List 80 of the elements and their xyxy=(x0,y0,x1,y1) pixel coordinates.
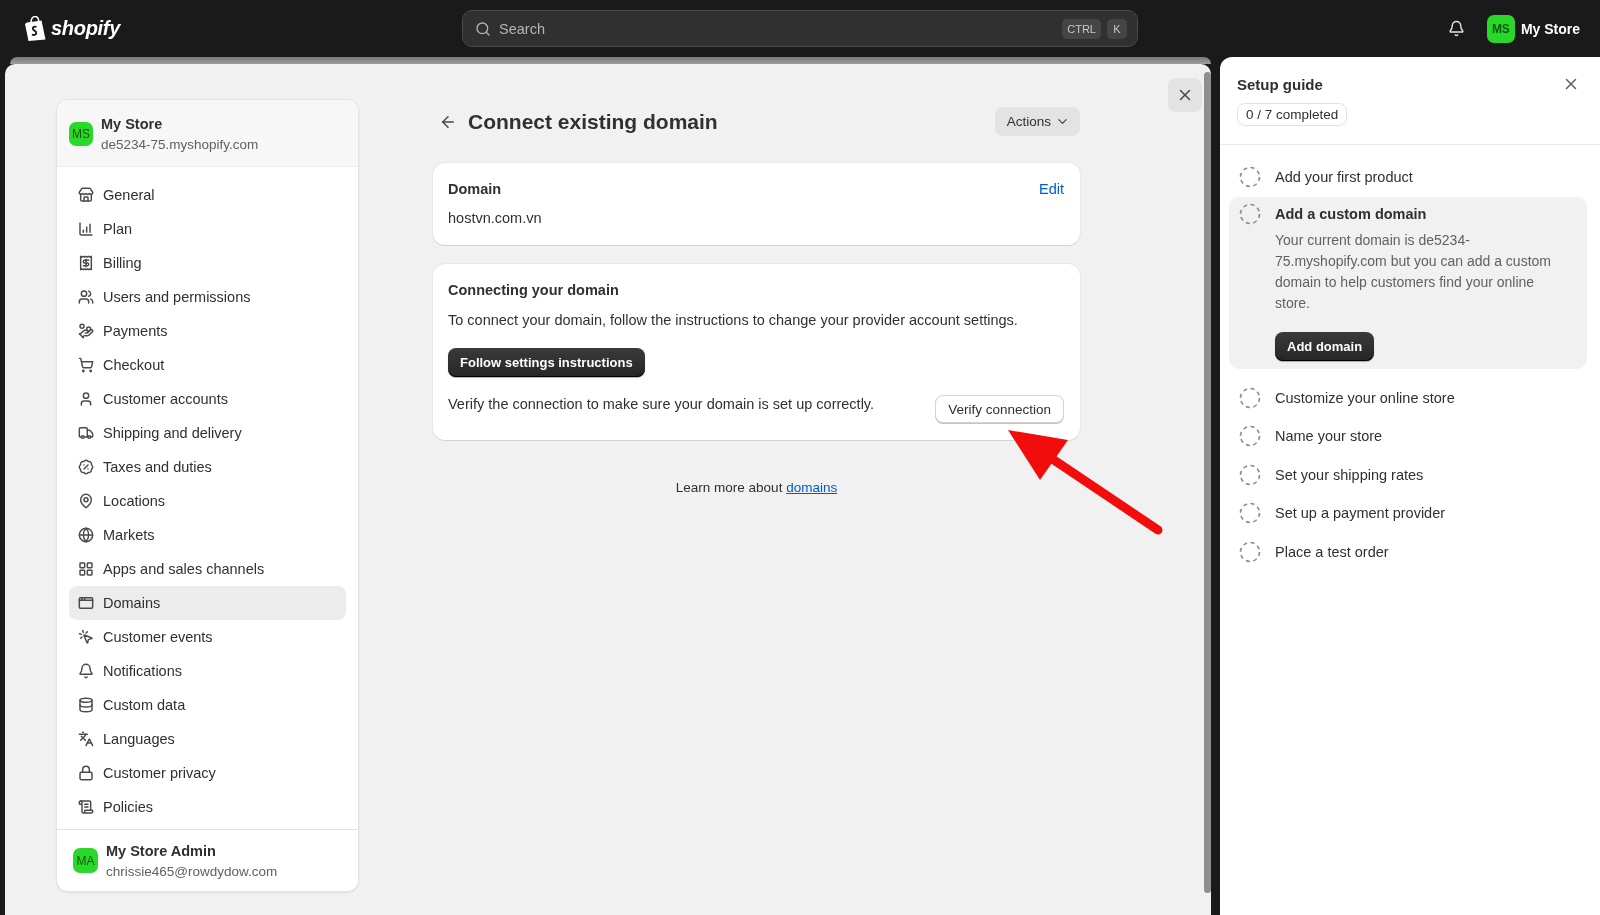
browser-window-icon xyxy=(78,595,94,611)
bar-chart-icon xyxy=(78,221,94,237)
setup-task[interactable]: Name your store xyxy=(1229,417,1587,456)
store-avatar: MS xyxy=(1486,14,1515,43)
nav-item[interactable]: General xyxy=(69,178,346,212)
shortcut-key: K xyxy=(1107,18,1127,39)
store-name: My Store xyxy=(101,115,164,133)
domain-value: hostvn.com.vn xyxy=(448,209,543,228)
database-icon xyxy=(78,697,94,713)
percent-badge-icon xyxy=(78,459,94,475)
setup-task[interactable]: Set your shipping rates xyxy=(1229,455,1587,494)
user-name: My Store Admin xyxy=(106,841,217,860)
setup-task[interactable]: Add your first product xyxy=(1229,158,1587,197)
learn-more-text: Learn more about domains xyxy=(674,479,839,497)
notifications-button[interactable] xyxy=(1447,20,1465,37)
nav-item[interactable]: Customer privacy xyxy=(69,756,346,790)
nav-item[interactable]: Customer events xyxy=(69,620,346,654)
setup-task[interactable]: Customize your online store xyxy=(1229,378,1587,417)
cursor-click-icon xyxy=(78,629,94,645)
nav-item[interactable]: Plan xyxy=(69,212,346,246)
search-field[interactable]: Search CTRL K xyxy=(462,10,1138,47)
nav-item[interactable]: Users and permissions xyxy=(69,280,346,314)
receipt-icon xyxy=(78,255,94,271)
nav-item[interactable]: Taxes and duties xyxy=(69,450,346,484)
globe-icon xyxy=(78,527,94,543)
nav-item[interactable]: Custom data xyxy=(69,688,346,722)
edit-link[interactable]: Edit xyxy=(1039,181,1064,197)
nav-item[interactable]: Checkout xyxy=(69,348,346,382)
panel-title: Setup guide xyxy=(1237,75,1323,93)
scrollbar[interactable] xyxy=(1204,72,1211,893)
user-email: chrissie465@rowdydow.com xyxy=(106,862,278,880)
nav-item[interactable]: Domains xyxy=(69,586,346,620)
hand-coins-icon xyxy=(78,323,94,339)
verify-description: Verify the connection to make sure your domain is set up correctly. xyxy=(448,395,875,414)
map-pin-icon xyxy=(78,493,94,509)
account-button[interactable]: MS My Store xyxy=(1486,14,1580,43)
logo-wordmark[interactable]: shopify xyxy=(51,17,120,40)
shortcut-key: CTRL xyxy=(1062,18,1101,39)
nav-item[interactable]: Markets xyxy=(69,518,346,552)
page-title: Connect existing domain xyxy=(468,109,719,134)
progress-badge: 0 / 7 completed xyxy=(1237,103,1348,126)
store-icon xyxy=(78,187,94,203)
grid-icon xyxy=(78,561,94,577)
nav-item[interactable]: Payments xyxy=(69,314,346,348)
store-domain: de5234-75.myshopify.com xyxy=(101,136,259,153)
follow-instructions-button[interactable]: Follow settings instructions xyxy=(448,348,645,377)
users-icon xyxy=(78,289,94,305)
bell-icon xyxy=(1447,20,1465,37)
languages-icon xyxy=(78,731,94,747)
nav-item[interactable]: Customer accounts xyxy=(69,382,346,416)
nav-item[interactable]: Policies xyxy=(69,790,346,824)
user-avatar: MA xyxy=(73,848,98,873)
add-domain-button[interactable]: Add domain xyxy=(1275,331,1375,361)
card-description: To connect your domain, follow the instructions to change your provider account settings. xyxy=(448,311,1019,330)
card-title: Domain xyxy=(448,181,502,197)
task-description: Your current domain is de5234-75.myshopify.com but you can add a custom domain to help customers find your online store. xyxy=(1275,230,1552,313)
bell-icon xyxy=(78,663,94,679)
nav-item[interactable]: Languages xyxy=(69,722,346,756)
lock-icon xyxy=(78,765,94,781)
domains-link[interactable]: domains xyxy=(786,480,838,495)
close-button[interactable] xyxy=(1168,78,1202,112)
setup-task[interactable]: Set up a payment provider xyxy=(1229,494,1587,533)
nav-item[interactable]: Billing xyxy=(69,246,346,280)
actions-button[interactable]: Actions xyxy=(994,107,1080,136)
verify-connection-button[interactable]: Verify connection xyxy=(935,395,1064,423)
search-icon xyxy=(475,20,491,37)
person-icon xyxy=(78,391,94,407)
shopping-bag-icon xyxy=(25,16,47,41)
truck-icon xyxy=(78,425,94,441)
nav-item[interactable]: Apps and sales channels xyxy=(69,552,346,586)
cart-icon xyxy=(78,357,94,373)
nav-item[interactable]: Locations xyxy=(69,484,346,518)
search-input[interactable]: Search xyxy=(499,16,1055,41)
store-avatar: MS xyxy=(69,122,93,146)
scroll-icon xyxy=(78,799,94,815)
setup-task[interactable]: Add a custom domain Your current domain is de5234-75.myshopify.com but you can add a custom domain to help customers find your online store. Add domain xyxy=(1229,196,1587,369)
setup-task[interactable]: Place a test order xyxy=(1229,532,1587,571)
nav-item[interactable]: Notifications xyxy=(69,654,346,688)
nav-item[interactable]: Shipping and delivery xyxy=(69,416,346,450)
card-title: Connecting your domain xyxy=(448,282,619,298)
